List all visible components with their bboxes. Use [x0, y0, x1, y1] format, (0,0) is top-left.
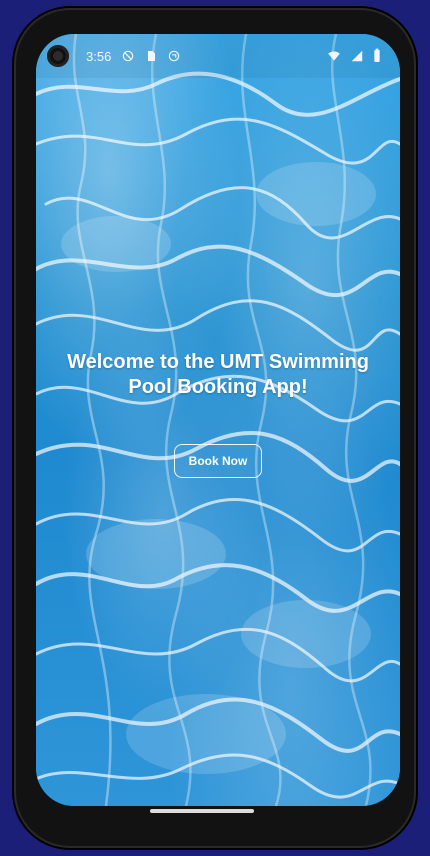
cellular-signal-icon	[350, 49, 364, 63]
front-camera-icon	[47, 45, 69, 67]
sync-icon	[167, 49, 181, 63]
app-content: Welcome to the UMT Swimming Pool Booking…	[36, 34, 400, 806]
device-background: 3:56 Welcome to the UMT Swimming Pool Bo…	[0, 0, 430, 856]
book-now-button[interactable]: Book Now	[174, 444, 262, 478]
welcome-heading: Welcome to the UMT Swimming Pool Booking…	[67, 351, 369, 398]
battery-icon	[372, 48, 382, 64]
status-time: 3:56	[86, 48, 112, 64]
do-not-disturb-icon	[121, 49, 135, 63]
app-screen: 3:56 Welcome to the UMT Swimming Pool Bo…	[36, 34, 400, 806]
status-bar: 3:56	[36, 34, 400, 78]
status-left: 3:56	[86, 49, 181, 64]
sim-card-icon	[145, 49, 157, 63]
wifi-icon	[326, 49, 342, 63]
home-indicator[interactable]	[150, 809, 254, 813]
status-right	[326, 48, 382, 64]
